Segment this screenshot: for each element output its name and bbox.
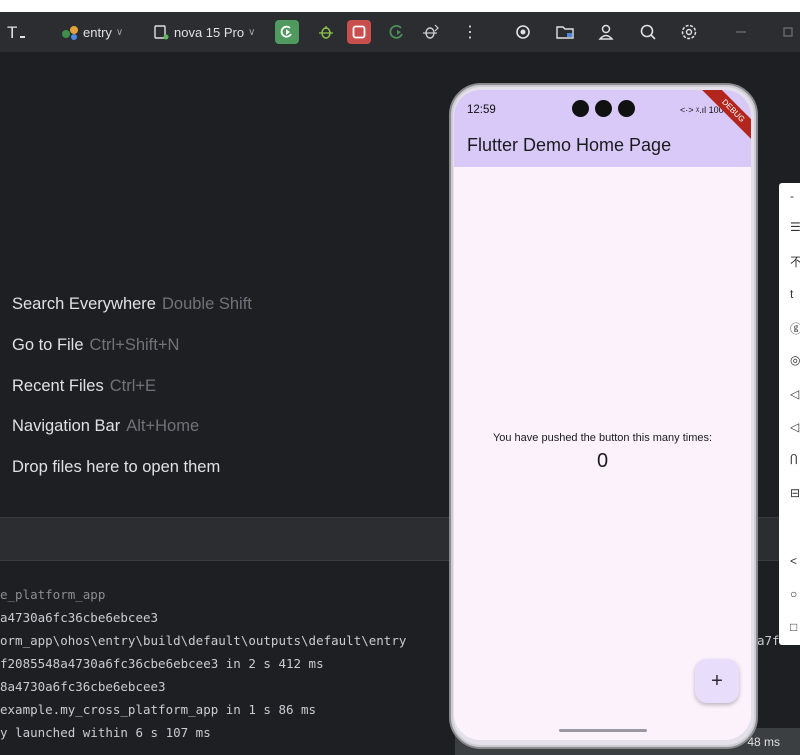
recents-icon[interactable]: □ [790,620,797,634]
folder-icon [556,26,574,39]
hint-label: Search Everywhere [12,295,156,313]
hint-go-to-file[interactable]: Go to File Ctrl+Shift+N [12,336,179,355]
camera-cutout-icon [595,100,612,117]
status-bar-text: 48 ms [747,735,780,749]
counter-value: 0 [596,450,609,472]
gear-icon [681,24,697,40]
app-title: Flutter Demo Home Page [467,135,672,155]
apply-changes-icon [389,24,403,39]
module-label: entry [83,24,112,40]
app-bar: 12:59 <·> ᵡ.ıl 100 DEBUG Flutter Demo Ho… [454,90,751,167]
maximize-button[interactable] [782,20,796,44]
more-vertical-icon: ⋮ [462,24,478,41]
maximize-icon [783,27,793,37]
device-selector[interactable]: nova 15 Pro ∨ [152,20,255,44]
hint-shortcut: Double Shift [161,295,252,313]
counter-message: You have pushed the button this many tim… [492,432,713,444]
search-icon [640,24,656,40]
hint-drop-files: Drop files here to open them [12,458,220,477]
ide-toolbar: T entry ∨ nova 15 Pro ∨ ⋮ [0,12,800,52]
module-selector[interactable]: entry ∨ [60,20,123,44]
debug-button[interactable] [317,20,335,44]
console-line: e_platform_app [0,587,106,602]
bug-icon [319,26,333,39]
chevron-down-icon: ∨ [115,26,124,38]
increment-button[interactable]: + [695,659,739,703]
hint-label: Navigation Bar [12,417,121,435]
target-icon [516,25,530,39]
console-line: example.my_cross_platform_app in 1 s 86 … [0,702,317,717]
console-fragment: a7f [757,633,780,648]
camera-cutout-icon [618,100,635,117]
hint-navigation-bar[interactable]: Navigation Bar Alt+Home [12,417,199,436]
side-item[interactable]: t [790,287,793,301]
settings-button[interactable] [680,20,698,44]
hint-shortcut: Ctrl+Shift+N [89,336,180,354]
hint-label: Recent Files [12,377,104,395]
stop-button[interactable] [347,20,371,44]
stop-icon [352,25,366,39]
side-item[interactable]: ◎ [790,353,800,367]
apply-changes-button[interactable] [388,20,406,44]
minimize-button[interactable] [734,20,748,44]
console-line: a4730a6fc36cbe6ebcee3 [0,610,159,625]
home-icon[interactable]: ○ [790,587,797,601]
svg-text:T: T [7,23,17,42]
side-item[interactable]: Ⴖ [790,453,798,467]
hint-shortcut: Alt+Home [126,417,200,435]
hint-label: Drop files here to open them [12,458,221,476]
project-structure-button[interactable] [555,20,575,44]
hint-search-everywhere[interactable]: Search Everywhere Double Shift [12,295,252,314]
run-button[interactable] [275,20,299,44]
side-item[interactable]: ⊟ [790,486,800,500]
side-item[interactable]: ☰ [790,220,800,234]
hint-shortcut: Ctrl+E [109,377,157,395]
user-icon [598,24,614,40]
console-line: 8a4730a6fc36cbe6ebcee3 [0,679,166,694]
status-time: 12:59 [467,104,496,116]
volume-down-icon[interactable]: ◁ [790,420,799,434]
side-item[interactable]: - [790,189,794,203]
search-button[interactable] [639,20,657,44]
console-line: f2085548a4730a6fc36cbe6ebcee3 in 2 s 412… [0,656,324,671]
device-label: nova 15 Pro [174,24,245,40]
minimize-icon [736,31,746,33]
camera-cutout-icon [572,100,589,117]
console-line: orm_app\ohos\entry\build\default\outputs… [0,633,407,648]
attach-bug-icon [423,24,439,39]
volume-up-icon[interactable]: ◁ [790,387,799,401]
module-icon [60,23,80,41]
emulator-side-toolbar: - ☰ 不 t ⓖ ◎ ◁ ◁ Ⴖ ⊟ < ○ □ [779,183,800,645]
back-icon[interactable]: < [790,554,797,568]
project-menu[interactable]: T [6,20,28,44]
side-item[interactable]: ⓖ [790,320,800,337]
debug-banner: DEBUG [699,90,751,145]
window-top-strip [0,0,800,12]
attach-debugger-button[interactable] [422,20,440,44]
status-icons: <·> ᵡ.ıl 100 [680,105,724,115]
hint-label: Go to File [12,336,84,354]
home-indicator[interactable] [559,729,647,732]
profiler-button[interactable] [514,20,532,44]
chevron-down-icon: ∨ [248,26,256,38]
more-actions-button[interactable]: ⋮ [462,20,478,44]
hint-recent-files[interactable]: Recent Files Ctrl+E [12,377,156,396]
account-button[interactable] [597,20,615,44]
device-screen: 12:59 <·> ᵡ.ıl 100 DEBUG Flutter Demo Ho… [454,90,751,740]
device-icon [152,23,170,41]
console-line: y launched within 6 s 107 ms [0,725,211,740]
project-icon: T [6,22,28,42]
run-icon [280,25,292,38]
side-item[interactable]: 不 [790,253,800,270]
